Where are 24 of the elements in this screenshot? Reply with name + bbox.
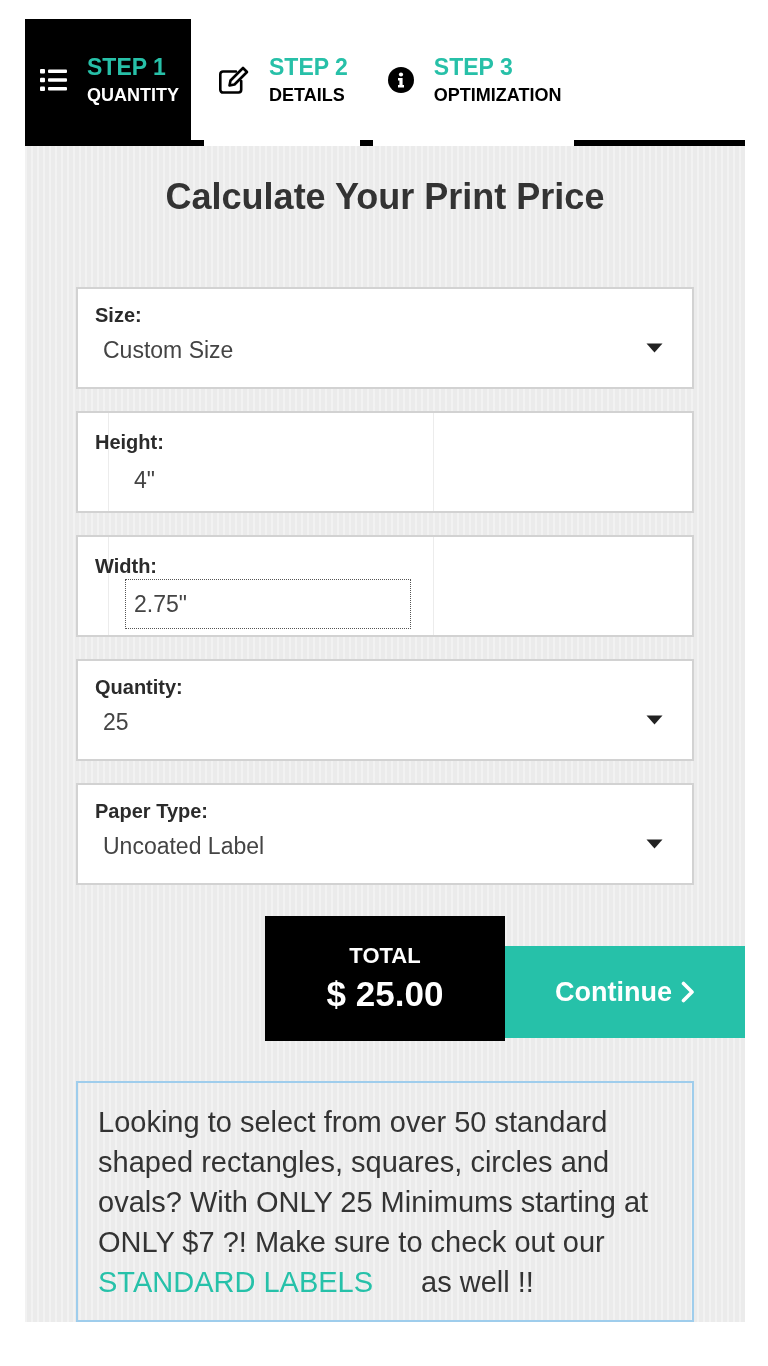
caret-down-icon xyxy=(646,839,663,849)
dropdown-value: Custom Size xyxy=(103,336,234,364)
caret-down-icon xyxy=(646,715,663,725)
dropdown-value: 25 xyxy=(103,708,129,736)
total-label: TOTAL xyxy=(349,942,421,969)
field-label: Height: xyxy=(95,430,164,454)
total-amount: $ 25.00 xyxy=(326,972,444,1015)
dropdown-value: Uncoated Label xyxy=(103,832,265,860)
notice-text: Looking to select from over 50 standard shaped rectangles, squares, circles and ovals? With ONLY 25 Minimums starting at ONLY $7 ?! Make sure to check out our STANDARD LABELS as well !! xyxy=(98,1105,650,1300)
dropdown-field[interactable]: Quantity: 25 xyxy=(76,659,694,761)
field-label: Quantity: xyxy=(95,675,183,699)
input-field[interactable]: 2.75" xyxy=(125,579,411,629)
page-title: Calculate Your Print Price xyxy=(164,175,606,219)
chevron-right-icon xyxy=(681,981,695,1003)
caret-down-icon xyxy=(646,343,663,353)
input-field[interactable]: 4" xyxy=(125,455,411,505)
dropdown-field[interactable]: Paper Type: Uncoated Label xyxy=(76,783,694,885)
list-icon xyxy=(40,68,67,91)
field-label: Width: xyxy=(95,554,157,578)
field-label: Paper Type: xyxy=(95,799,208,823)
field-label: Size: xyxy=(95,303,142,327)
info-icon xyxy=(387,66,414,93)
dropdown-field[interactable]: Size: Custom Size xyxy=(76,287,694,389)
edit-icon xyxy=(219,65,249,94)
